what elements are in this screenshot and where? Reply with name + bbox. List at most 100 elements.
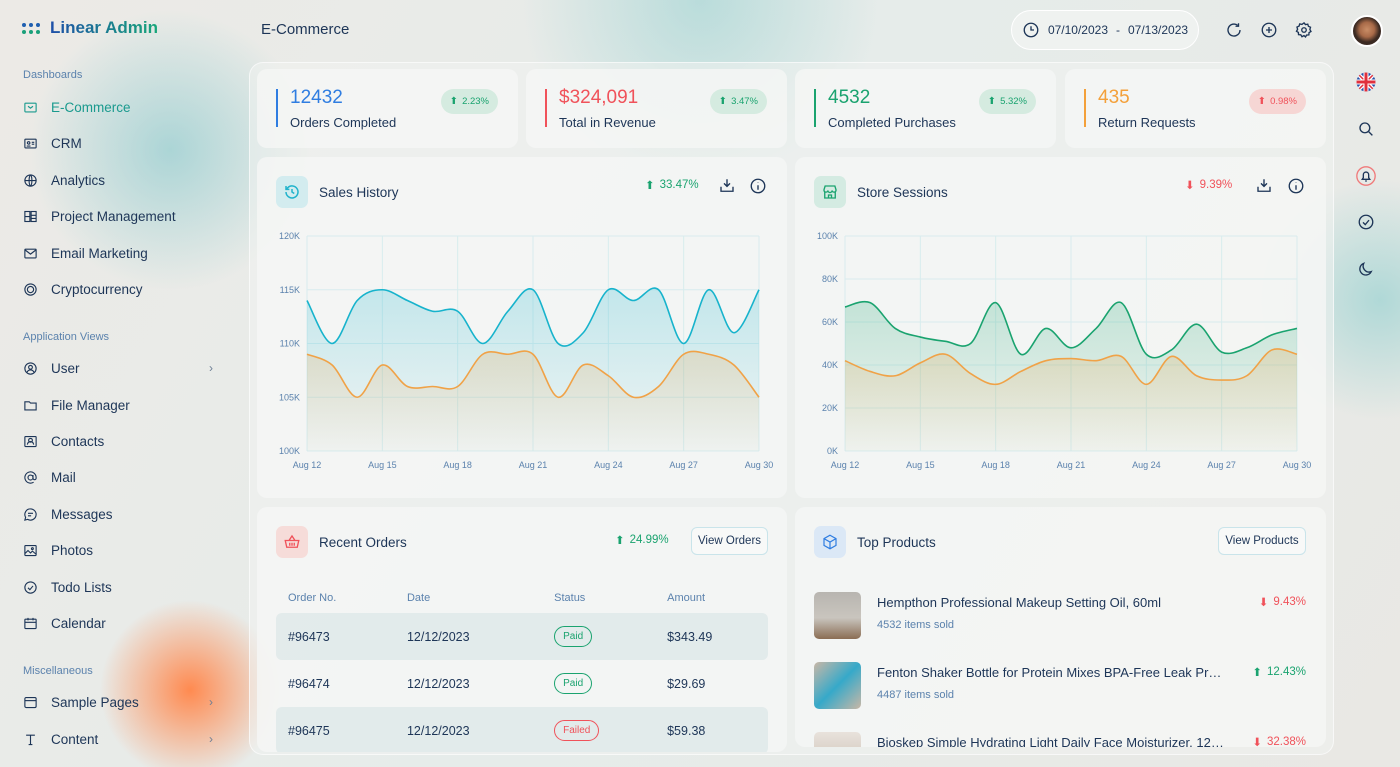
product-name: Fenton Shaker Bottle for Protein Mixes B… [877, 665, 1227, 680]
box-icon [814, 526, 846, 558]
column-header[interactable]: Amount [655, 583, 768, 613]
order-number: #96474 [288, 676, 330, 691]
top-products-card: Top Products View Products Hempthon Prof… [795, 507, 1326, 747]
sidebar-item-label: File Manager [51, 397, 130, 413]
sidebar-item-todo-lists[interactable]: Todo Lists [23, 576, 213, 598]
sidebar-item-label: Messages [51, 506, 113, 522]
sidebar-item-user[interactable]: User › [23, 357, 213, 379]
notifications-bell-icon[interactable] [1356, 166, 1376, 186]
stat-card: 4532 Completed Purchases ⬆ 5.32% [795, 69, 1056, 148]
add-icon[interactable] [1260, 21, 1278, 39]
sidebar-item-project-management[interactable]: Project Management [23, 205, 213, 227]
x-tick-label: Aug 21 [1057, 460, 1086, 470]
order-amount: $59.38 [655, 707, 768, 752]
list-item[interactable]: Fenton Shaker Bottle for Protein Mixes B… [814, 662, 1306, 710]
stat-change-badge: ⬆ 3.47% [709, 89, 767, 114]
info-icon[interactable] [749, 177, 767, 195]
table-row[interactable]: #96474 12/12/2023 Paid $29.69 [276, 660, 768, 707]
sidebar-item-sample-pages[interactable]: Sample Pages › [23, 691, 213, 713]
date-range-picker[interactable]: 07/10/2023 - 07/13/2023 [1011, 10, 1199, 50]
date-separator: - [1116, 23, 1120, 37]
column-header[interactable]: Order No. [276, 583, 395, 613]
y-tick-label: 100K [279, 446, 300, 456]
sidebar-item-mail[interactable]: Mail [23, 466, 213, 488]
info-icon[interactable] [1287, 177, 1305, 195]
chevron-right-icon: › [209, 732, 213, 746]
sidebar-item-email-marketing[interactable]: Email Marketing [23, 242, 213, 264]
sidebar-item-content[interactable]: Content › [23, 728, 213, 750]
sessions-change: ⬇ 9.39% [1185, 179, 1233, 192]
y-tick-label: 120K [279, 231, 300, 241]
sidebar-item-cryptocurrency[interactable]: Cryptocurrency [23, 278, 213, 300]
sidebar-item-photos[interactable]: Photos [23, 539, 213, 561]
search-icon[interactable] [1356, 119, 1376, 139]
view-products-button[interactable]: View Products [1218, 527, 1306, 555]
download-icon[interactable] [1255, 177, 1273, 195]
stat-value: 12432 [290, 87, 343, 108]
list-item[interactable]: Bioskep Simple Hydrating Light Daily Fac… [814, 732, 1306, 747]
settings-icon[interactable] [1295, 21, 1313, 39]
page-title: E-Commerce [261, 21, 350, 38]
sidebar-item-analytics[interactable]: Analytics [23, 169, 213, 191]
sidebar-item-contacts[interactable]: Contacts [23, 430, 213, 452]
order-amount: $343.49 [655, 613, 768, 660]
status-badge: Failed [554, 720, 600, 741]
order-date: 12/12/2023 [406, 676, 470, 691]
x-tick-label: Aug 15 [368, 460, 397, 470]
stat-label: Completed Purchases [828, 115, 956, 130]
x-tick-label: Aug 18 [981, 460, 1010, 470]
stat-value: 435 [1098, 87, 1130, 108]
x-tick-label: Aug 24 [594, 460, 623, 470]
sidebar-item-label: Email Marketing [51, 245, 148, 261]
stat-change-badge: ⬆ 2.23% [440, 89, 498, 114]
sidebar-item-label: Sample Pages [51, 694, 139, 710]
sidebar-item-calendar[interactable]: Calendar [23, 612, 213, 634]
arrow-down-circle-icon: ⬇ [1258, 597, 1269, 609]
y-tick-label: 20K [822, 403, 838, 413]
y-tick-label: 110K [280, 339, 300, 349]
sidebar-item-label: E-Commerce [51, 99, 131, 115]
sidebar-item-file-manager[interactable]: File Manager [23, 394, 213, 416]
product-image [814, 732, 861, 747]
y-tick-label: 0K [827, 446, 838, 456]
logo[interactable]: Linear Admin [22, 18, 158, 38]
order-amount: $29.69 [667, 676, 706, 691]
items-sold: 4487 items sold [877, 689, 955, 701]
download-icon[interactable] [718, 177, 736, 195]
sidebar-section-label: Application Views [23, 331, 110, 343]
basket-icon [276, 526, 308, 558]
x-tick-label: Aug 18 [443, 460, 472, 470]
sidebar-item-crm[interactable]: CRM [23, 132, 213, 154]
x-tick-label: Aug 12 [831, 460, 860, 470]
image-icon [24, 544, 37, 556]
list-item[interactable]: Hempthon Professional Makeup Setting Oil… [814, 592, 1306, 640]
user-avatar[interactable] [1351, 15, 1383, 47]
recent-orders-card: Recent Orders ⬆ 24.99% View Orders Order … [257, 507, 787, 752]
sidebar-item-label: CRM [51, 135, 82, 151]
arrow-down-circle-icon: ⬇ [1185, 180, 1195, 192]
sidebar-item-messages[interactable]: Messages [23, 503, 213, 525]
product-change: ⬇ 9.43% [1258, 596, 1306, 609]
table-row[interactable]: #96473 12/12/2023 Paid $343.49 [276, 613, 768, 660]
text-icon [26, 734, 35, 745]
tasks-check-icon[interactable] [1356, 212, 1376, 232]
stat-accent-bar [814, 89, 816, 127]
view-orders-button[interactable]: View Orders [691, 527, 768, 555]
refresh-icon[interactable] [1225, 21, 1243, 39]
y-tick-label: 105K [279, 392, 300, 402]
dark-mode-moon-icon[interactable] [1356, 259, 1376, 279]
at-icon [24, 470, 37, 484]
table-row[interactable]: #96475 12/12/2023 Failed $59.38 [276, 707, 768, 752]
orders-table: Order No. Date Status Amount #96473 12/12/2… [276, 583, 768, 752]
column-header[interactable]: Status [542, 583, 655, 613]
coin-icon [24, 282, 37, 296]
stat-card: $324,091 Total in Revenue ⬆ 3.47% [526, 69, 787, 148]
x-tick-label: Aug 24 [1132, 460, 1161, 470]
product-name: Hempthon Professional Makeup Setting Oil… [877, 595, 1161, 610]
stat-label: Total in Revenue [559, 115, 656, 130]
sidebar-item-e-commerce[interactable]: E-Commerce [23, 96, 213, 118]
column-header[interactable]: Date [395, 583, 542, 613]
arrow-up-circle-icon: ⬆ [718, 96, 728, 107]
order-status: Paid [542, 660, 655, 707]
language-flag-icon[interactable] [1356, 72, 1376, 92]
